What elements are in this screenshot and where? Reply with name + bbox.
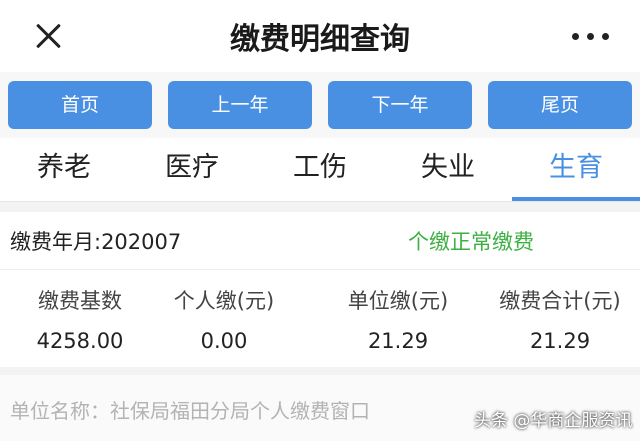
column-header-personal: 个人缴(元) bbox=[173, 289, 275, 313]
section-divider bbox=[0, 367, 640, 375]
value-total: 21.29 bbox=[529, 329, 591, 353]
insurance-tabs: 养老 医疗 工伤 失业 生育 bbox=[0, 138, 640, 202]
active-tab-indicator bbox=[512, 197, 640, 201]
column-header-total: 缴费合计(元) bbox=[499, 289, 621, 313]
value-base: 4258.00 bbox=[36, 329, 124, 353]
payment-period: 缴费年月:202007 bbox=[10, 230, 182, 254]
tab-unemployment[interactable]: 失业 bbox=[384, 138, 512, 202]
section-divider bbox=[0, 202, 640, 212]
next-year-button[interactable]: 下一年 bbox=[328, 81, 472, 129]
top-bar: 缴费明细查询 bbox=[0, 0, 640, 72]
tab-pension[interactable]: 养老 bbox=[0, 138, 128, 202]
value-employer: 21.29 bbox=[367, 329, 429, 353]
page-title: 缴费明细查询 bbox=[230, 22, 410, 57]
previous-year-button[interactable]: 上一年 bbox=[168, 81, 312, 129]
record-header: 缴费年月:202007 个缴正常缴费 bbox=[0, 212, 640, 270]
column-header-base: 缴费基数 bbox=[38, 289, 122, 313]
more-icon[interactable] bbox=[572, 33, 612, 41]
watermark: 头条 @华商企服资讯 bbox=[474, 411, 633, 431]
first-page-button[interactable]: 首页 bbox=[8, 81, 152, 129]
last-page-button[interactable]: 尾页 bbox=[488, 81, 632, 129]
payment-status: 个缴正常缴费 bbox=[408, 230, 534, 254]
tab-work-injury[interactable]: 工伤 bbox=[256, 138, 384, 202]
payment-table: 缴费基数 个人缴(元) 单位缴(元) 缴费合计(元) 4258.00 0.00 … bbox=[0, 271, 640, 367]
tab-maternity[interactable]: 生育 bbox=[512, 138, 640, 202]
unit-name: 单位名称：社保局福田分局个人缴费窗口 bbox=[10, 399, 370, 423]
column-header-employer: 单位缴(元) bbox=[347, 289, 449, 313]
value-personal: 0.00 bbox=[200, 329, 248, 353]
pagination-bar: 首页 上一年 下一年 尾页 bbox=[0, 72, 640, 138]
tab-medical[interactable]: 医疗 bbox=[128, 138, 256, 202]
